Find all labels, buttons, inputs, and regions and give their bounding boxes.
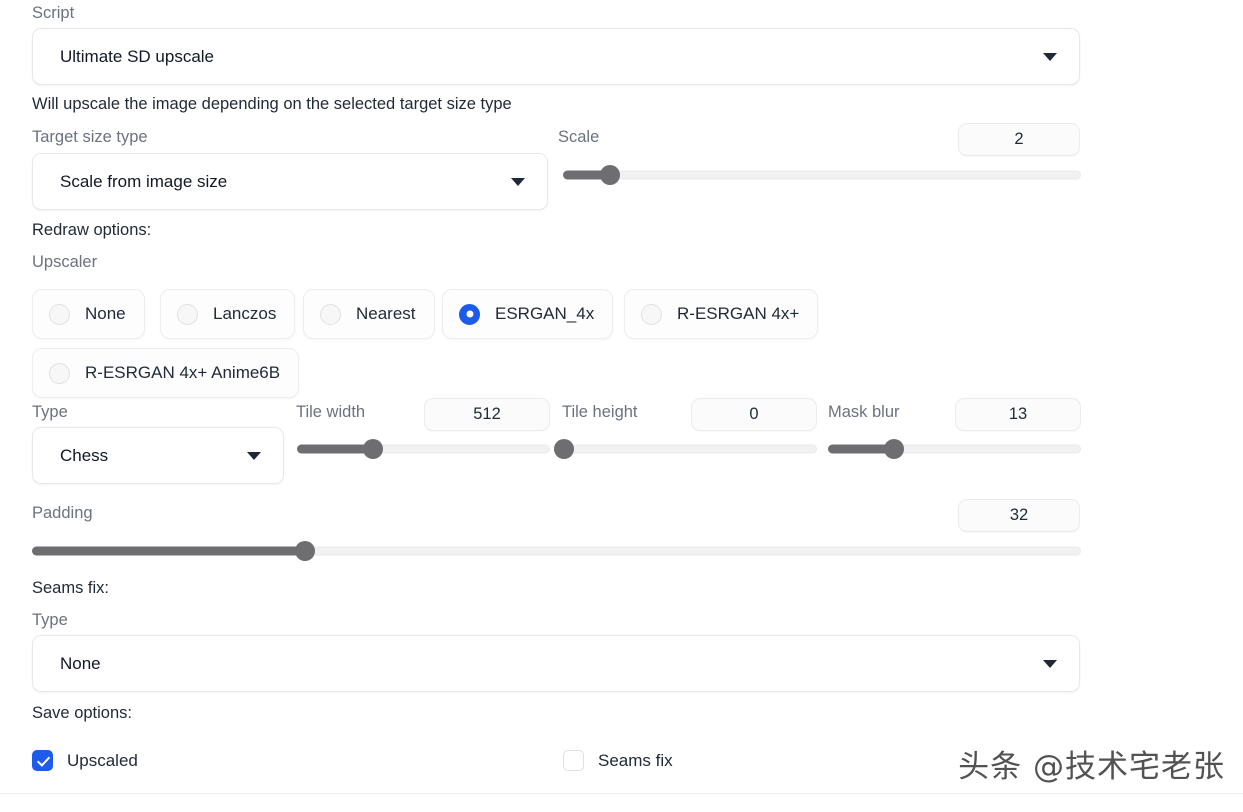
watermark-text: 头条 @技术宅老张 [958,749,1225,785]
seams-fix-heading: Seams fix: [32,579,110,597]
upscaler-option-label: Lanczos [213,304,277,323]
upscaler-option-r-esrgan-4x-plus-anime6b[interactable]: R-ESRGAN 4x+ Anime6B [32,348,300,398]
script-label: Script [32,4,75,22]
padding-slider[interactable] [32,541,1081,561]
footer-divider [0,793,1243,794]
radio-icon-selected [459,303,480,325]
padding-slider-fill [32,546,305,556]
save-option-seams-fix[interactable]: Seams fix [563,750,673,771]
save-option-label: Upscaled [67,750,138,770]
save-option-upscaled[interactable]: Upscaled [32,750,138,771]
scale-value-input[interactable]: 2 [958,123,1080,156]
upscaler-option-esrgan-4x[interactable]: ESRGAN_4x [442,289,614,339]
upscaler-option-none[interactable]: None [32,289,145,339]
radio-icon [641,303,662,325]
script-description: Will upscale the image depending on the … [32,95,512,113]
checkbox-icon-unchecked[interactable] [563,750,584,771]
save-option-label: Seams fix [598,750,673,770]
mask-blur-slider-thumb[interactable] [883,439,904,459]
seams-fix-type-dropdown[interactable]: None [32,635,1080,692]
tile-height-slider[interactable] [554,439,817,459]
target-size-type-dropdown[interactable]: Scale from image size [32,153,548,210]
upscaler-option-label: R-ESRGAN 4x+ [677,304,800,323]
chevron-down-icon [247,451,261,460]
script-dropdown[interactable]: Ultimate SD upscale [32,28,1080,85]
scale-slider-track [563,170,1081,180]
save-options-heading: Save options: [32,704,132,722]
ultimate-sd-upscale-panel: Script Ultimate SD upscale Will upscale … [0,0,1243,812]
padding-slider-thumb[interactable] [294,541,315,561]
mask-blur-slider[interactable] [828,439,1081,459]
tile-width-label: Tile width [296,403,366,421]
upscaler-option-nearest[interactable]: Nearest [303,289,435,339]
seams-fix-type-value: None [60,653,101,673]
upscaler-option-r-esrgan-4x-plus[interactable]: R-ESRGAN 4x+ [624,289,819,339]
tile-height-slider-track [564,444,817,454]
upscaler-option-label: R-ESRGAN 4x+ Anime6B [85,363,281,382]
tile-width-input[interactable]: 512 [424,398,550,431]
checkbox-icon-checked[interactable] [32,750,53,771]
upscaler-option-lanczos[interactable]: Lanczos [160,289,296,339]
tile-height-slider-thumb[interactable] [554,439,574,459]
tile-type-dropdown[interactable]: Chess [32,427,284,484]
padding-input[interactable]: 32 [958,499,1080,532]
seams-fix-type-label: Type [32,611,68,629]
radio-icon [49,303,70,325]
redraw-options-heading: Redraw options: [32,221,152,239]
upscaler-option-label: ESRGAN_4x [495,304,595,323]
radio-icon [320,303,341,325]
upscaler-option-label: Nearest [356,304,416,323]
scale-slider[interactable] [563,165,1081,185]
radio-icon [49,362,70,384]
chevron-down-icon [511,177,525,186]
radio-icon [177,303,198,325]
scale-slider-thumb[interactable] [599,165,620,185]
tile-height-input[interactable]: 0 [691,398,817,431]
chevron-down-icon [1043,659,1057,668]
upscaler-option-label: None [85,304,126,323]
scale-label: Scale [558,128,600,146]
tile-width-slider-fill [297,444,373,454]
chevron-down-icon [1043,52,1057,61]
target-size-type-label: Target size type [32,128,148,146]
tile-width-slider[interactable] [297,439,550,459]
script-dropdown-value: Ultimate SD upscale [60,46,215,66]
tile-height-label: Tile height [562,403,638,421]
tile-width-slider-thumb[interactable] [362,439,383,459]
tile-type-label: Type [32,403,68,421]
upscaler-label: Upscaler [32,253,98,271]
target-size-type-value: Scale from image size [60,171,228,191]
mask-blur-input[interactable]: 13 [955,398,1081,431]
mask-blur-label: Mask blur [828,403,900,421]
padding-label: Padding [32,504,93,522]
tile-type-value: Chess [60,445,109,465]
